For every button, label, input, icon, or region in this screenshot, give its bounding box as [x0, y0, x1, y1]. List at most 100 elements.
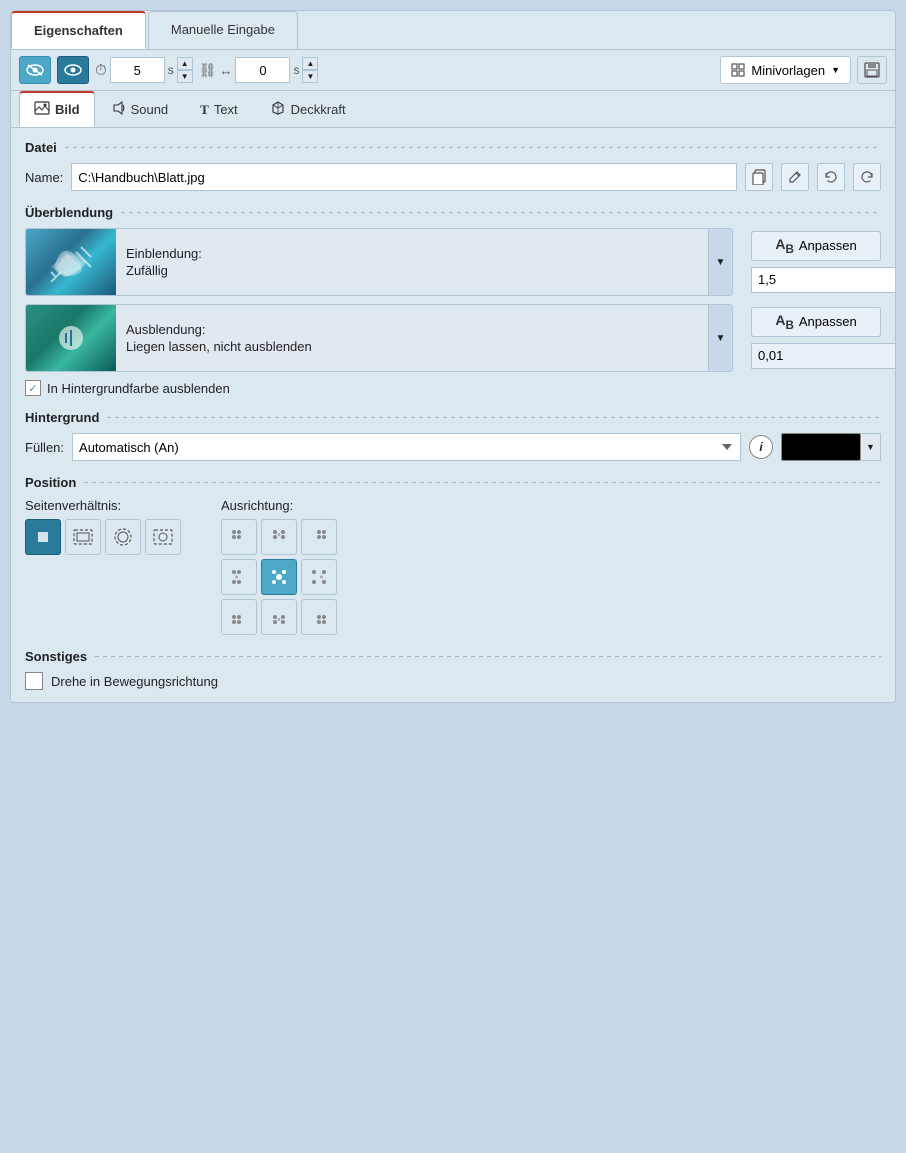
seitenverhaeltnis-group: Seitenverhältnis: — [25, 498, 181, 635]
position-section: Position Seitenverhältnis: — [25, 475, 881, 635]
fuellen-select[interactable]: Automatisch (An) Strecken Kacheln Zentri… — [72, 433, 741, 461]
tab-text-label: Text — [214, 102, 238, 117]
sv-icon-1[interactable] — [25, 519, 61, 555]
offset-down[interactable]: ▼ — [302, 70, 318, 83]
visibility1-button[interactable] — [19, 56, 51, 84]
info-button[interactable]: i — [749, 435, 773, 459]
color-button[interactable] — [781, 433, 861, 461]
einblendung-anpassen-button[interactable]: AB Anpassen — [751, 231, 881, 261]
ueberblendung-section: Überblendung Einblendung: — [25, 205, 881, 396]
hintergrundfarbe-checkbox[interactable]: ✓ — [25, 380, 41, 396]
name-label: Name: — [25, 170, 63, 185]
offset-up[interactable]: ▲ — [302, 57, 318, 70]
hintergrund-section: Hintergrund Füllen: Automatisch (An) Str… — [25, 410, 881, 461]
tab-deckkraft-label: Deckkraft — [291, 102, 346, 117]
tab-sound-label: Sound — [131, 102, 169, 117]
rotate-right-button[interactable] — [853, 163, 881, 191]
visibility2-button[interactable] — [57, 56, 89, 84]
anpassen-icon: AB — [775, 236, 794, 256]
duration-down[interactable]: ▼ — [177, 70, 193, 83]
einblendung-controls: AB Anpassen s ▲ ▼ — [741, 231, 881, 293]
einblendung-dropdown[interactable]: Einblendung: Zufällig ▼ — [25, 228, 733, 296]
hintergrundfarbe-label: In Hintergrundfarbe ausblenden — [47, 381, 230, 396]
einblendung-anpassen-label: Anpassen — [799, 238, 857, 253]
deckkraft-icon — [270, 101, 286, 118]
ausblendung-thumb — [26, 304, 116, 372]
align-middle-left[interactable] — [221, 559, 257, 595]
sv-icons — [25, 519, 181, 555]
duration-up[interactable]: ▲ — [177, 57, 193, 70]
drehe-checkbox[interactable] — [25, 672, 43, 690]
sv-icon-3[interactable] — [105, 519, 141, 555]
ausrichtung-grid — [221, 519, 337, 635]
rotate-left-icon — [824, 170, 838, 184]
sub-tab-bar: Bild Sound T Text Deckkraft — [11, 91, 895, 128]
rotate-right-icon — [860, 170, 874, 184]
duration-unit: s — [168, 63, 174, 77]
ausblendung-time-row: s ▲ ▼ — [751, 343, 881, 369]
ausblendung-controls: AB Anpassen s ▲ ▼ — [741, 307, 881, 369]
anpassen2-icon: AB — [775, 312, 794, 332]
sonstiges-section: Sonstiges Drehe in Bewegungsrichtung — [25, 649, 881, 690]
offset-spinner[interactable]: ▲ ▼ — [302, 57, 318, 83]
einblendung-arrow[interactable]: ▼ — [708, 229, 732, 295]
clock-icon: ⏱ — [95, 62, 107, 79]
ausblendung-info: Ausblendung: Liegen lassen, nicht ausble… — [116, 322, 708, 354]
align-top-left[interactable] — [221, 519, 257, 555]
edit-button[interactable] — [781, 163, 809, 191]
color-dropdown-button[interactable]: ▼ — [861, 433, 881, 461]
fuellen-label: Füllen: — [25, 440, 64, 455]
datei-section: Datei Name: — [25, 140, 881, 191]
align-bottom-center[interactable] — [261, 599, 297, 635]
ausrichtung-label: Ausrichtung: — [221, 498, 337, 513]
ausblendung-value: Liegen lassen, nicht ausblenden — [126, 339, 698, 354]
offset-group: ⛓ ↔ s ▲ ▼ — [199, 57, 319, 83]
tab-eigenschaften[interactable]: Eigenschaften — [11, 11, 146, 49]
ausblendung-anpassen-button[interactable]: AB Anpassen — [751, 307, 881, 337]
ausblendung-dropdown[interactable]: Ausblendung: Liegen lassen, nicht ausble… — [25, 304, 733, 372]
align-top-center[interactable] — [261, 519, 297, 555]
minivorlagen-button[interactable]: Minivorlagen ▼ — [720, 56, 851, 84]
duration-spinner[interactable]: ▲ ▼ — [177, 57, 193, 83]
arrow-left-right-icon: ↔ — [219, 63, 232, 78]
hintergrund-title: Hintergrund — [25, 410, 881, 425]
einblendung-time-row: s ▲ ▼ — [751, 267, 881, 293]
align-middle-right[interactable] — [301, 559, 337, 595]
align-top-right[interactable] — [301, 519, 337, 555]
drehe-label: Drehe in Bewegungsrichtung — [51, 674, 218, 689]
duration-input[interactable] — [110, 57, 165, 83]
offset-input[interactable] — [235, 57, 290, 83]
position-controls: Seitenverhältnis: — [25, 498, 881, 635]
einblendung-value: Zufällig — [126, 263, 698, 278]
sv-icon-4[interactable] — [145, 519, 181, 555]
color-picker-group: ▼ — [781, 433, 881, 461]
align-bottom-right[interactable] — [301, 599, 337, 635]
text-icon: T — [200, 102, 209, 118]
info-icon: i — [759, 440, 762, 454]
tab-sound[interactable]: Sound — [97, 91, 184, 127]
sonstiges-title: Sonstiges — [25, 649, 881, 664]
align-middle-center[interactable] — [261, 559, 297, 595]
tab-deckkraft[interactable]: Deckkraft — [255, 91, 361, 127]
name-input[interactable] — [71, 163, 737, 191]
ausblendung-arrow[interactable]: ▼ — [708, 305, 732, 371]
ausblendung-row: Ausblendung: Liegen lassen, nicht ausble… — [25, 304, 881, 372]
sv-icon-2[interactable] — [65, 519, 101, 555]
tab-text[interactable]: T Text — [185, 91, 253, 127]
top-tab-bar: Eigenschaften Manuelle Eingabe — [11, 11, 895, 50]
ausblendung-time-input[interactable] — [751, 343, 896, 369]
tab-manuelle-eingabe[interactable]: Manuelle Eingabe — [148, 11, 298, 49]
save-button[interactable] — [857, 56, 887, 84]
bild-icon — [34, 101, 50, 118]
drehe-row: Drehe in Bewegungsrichtung — [25, 672, 881, 690]
align-bottom-left[interactable] — [221, 599, 257, 635]
copy-path-button[interactable] — [745, 163, 773, 191]
minivorlagen-icon — [731, 63, 745, 77]
sound-icon — [112, 101, 126, 118]
edit-icon — [788, 170, 802, 184]
einblendung-time-input[interactable] — [751, 267, 896, 293]
offset-unit: s — [293, 63, 299, 77]
toolbar: ⏱ s ▲ ▼ ⛓ ↔ s ▲ ▼ — [11, 50, 895, 91]
rotate-left-button[interactable] — [817, 163, 845, 191]
tab-bild[interactable]: Bild — [19, 91, 95, 127]
